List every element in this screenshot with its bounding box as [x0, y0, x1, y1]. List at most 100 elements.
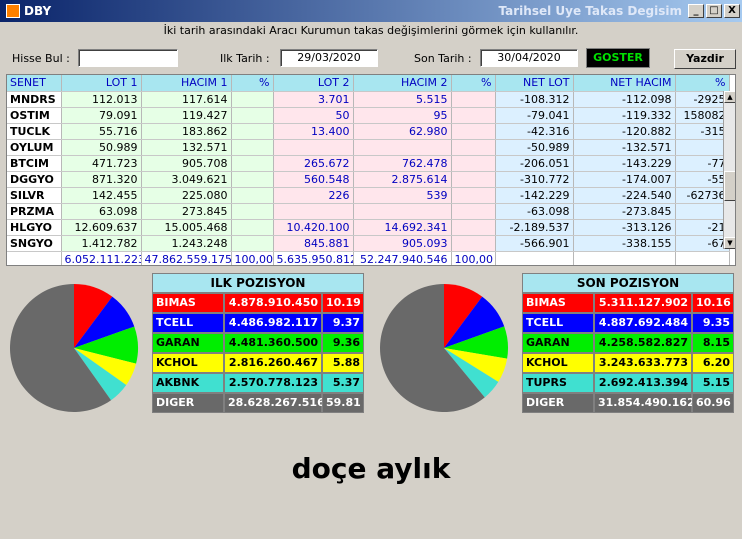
table-cell: -2925	[675, 91, 730, 108]
position-percent: 9.37	[322, 313, 364, 333]
takas-grid[interactable]: SENET LOT 1 HACIM 1% LOT 2 HACIM 2% NET LOT NE…	[6, 74, 736, 266]
position-value: 5.311.127.902	[594, 293, 692, 313]
position-value: 4.481.360.500	[224, 333, 322, 353]
position-percent: 9.36	[322, 333, 364, 353]
table-cell: 79.091	[61, 107, 142, 124]
senet-cell: SILVR	[7, 187, 62, 204]
yazdir-button[interactable]: Yazdir	[674, 49, 736, 69]
position-row: DIGER 28.628.267.516 59.81	[152, 393, 364, 413]
column-header[interactable]: NET HACIM	[573, 75, 676, 92]
table-cell: -62736	[675, 187, 730, 204]
position-percent: 60.96	[692, 393, 734, 413]
position-value: 3.243.633.773	[594, 353, 692, 373]
table-cell: -42.316	[495, 123, 574, 140]
table-row[interactable]: MNDRS 112.013 117.614 3.701 5.515 -108.312 -11…	[7, 91, 730, 108]
table-cell: -50.989	[495, 139, 574, 156]
goster-button[interactable]: GOSTER	[586, 48, 650, 68]
son-pozisyon-table: SON POZISYON BIMAS 5.311.127.902 10.16 TCEL…	[522, 273, 734, 413]
position-percent: 10.16	[692, 293, 734, 313]
ilk-tarih-input[interactable]: 29/03/2020	[280, 49, 378, 67]
table-row[interactable]: SNGYO 1.412.782 1.243.248 845.881 905.093 -56…	[7, 235, 730, 252]
column-header[interactable]: LOT 1	[61, 75, 142, 92]
position-symbol: BIMAS	[152, 293, 224, 313]
minimize-button[interactable]: _	[688, 4, 704, 18]
senet-cell: MNDRS	[7, 91, 62, 108]
maximize-button[interactable]: □	[706, 4, 722, 18]
column-header[interactable]: %	[231, 75, 274, 92]
table-cell: 5.515	[353, 91, 452, 108]
scroll-up-icon[interactable]: ▲	[724, 91, 735, 103]
table-cell	[231, 203, 274, 220]
table-cell	[451, 123, 496, 140]
table-cell: 50.989	[61, 139, 142, 156]
instruction-text: İki tarih arasındaki Aracı Kurumun takas…	[163, 24, 579, 37]
scroll-down-icon[interactable]: ▼	[724, 237, 735, 249]
table-cell: 265.672	[273, 155, 354, 172]
table-cell	[451, 235, 496, 252]
table-row[interactable]: HLGYO 12.609.637 15.005.468 10.420.100 14.69…	[7, 219, 730, 236]
table-cell	[231, 123, 274, 140]
position-percent: 59.81	[322, 393, 364, 413]
table-cell: -315	[675, 123, 730, 140]
table-cell: 471.723	[61, 155, 142, 172]
total-cell	[675, 251, 730, 265]
table-cell: -142.229	[495, 187, 574, 204]
position-symbol: AKBNK	[152, 373, 224, 393]
table-cell	[231, 219, 274, 236]
hisse-search-input[interactable]	[78, 49, 178, 67]
table-cell	[675, 139, 730, 156]
footer-caption: doçe aylık	[291, 452, 451, 485]
position-value: 4.258.582.827	[594, 333, 692, 353]
table-cell	[451, 187, 496, 204]
position-value: 2.570.778.123	[224, 373, 322, 393]
table-cell: -224.540	[573, 187, 676, 204]
table-cell: 183.862	[141, 123, 232, 140]
table-cell: -206.051	[495, 155, 574, 172]
table-row[interactable]: PRZMA 63.098 273.845 -63.098 -273.845	[7, 203, 730, 220]
table-cell: 50	[273, 107, 354, 124]
table-cell: -174.007	[573, 171, 676, 188]
senet-cell: OSTIM	[7, 107, 62, 124]
table-row[interactable]: OYLUM 50.989 132.571 -50.989 -132.571	[7, 139, 730, 156]
table-row[interactable]: OSTIM 79.091 119.427 50 95 -79.041 -119.332 158…	[7, 107, 730, 124]
grid-vertical-scrollbar[interactable]: ▲ ▼	[723, 91, 735, 249]
table-cell	[451, 155, 496, 172]
close-button[interactable]: X	[724, 4, 740, 18]
column-header[interactable]: LOT 2	[273, 75, 354, 92]
column-header[interactable]: SENET	[7, 75, 62, 92]
table-row[interactable]: DGGYO 871.320 3.049.621 560.548 2.875.614 -31…	[7, 171, 730, 188]
table-cell: -120.882	[573, 123, 676, 140]
table-cell	[353, 139, 452, 156]
table-cell: 95	[353, 107, 452, 124]
table-cell: -310.772	[495, 171, 574, 188]
column-header[interactable]: %	[675, 75, 730, 92]
column-header[interactable]: HACIM 1	[141, 75, 232, 92]
column-header[interactable]: NET LOT	[495, 75, 574, 92]
table-cell: -79.041	[495, 107, 574, 124]
table-cell: 225.080	[141, 187, 232, 204]
position-symbol: DIGER	[522, 393, 594, 413]
table-cell: 142.455	[61, 187, 142, 204]
column-header[interactable]: %	[451, 75, 496, 92]
table-row[interactable]: TUCLK 55.716 183.862 13.400 62.980 -42.316 -12…	[7, 123, 730, 140]
table-row[interactable]: SILVR 142.455 225.080 226 539 -142.229 -224.54…	[7, 187, 730, 204]
position-value: 4.887.692.484	[594, 313, 692, 333]
senet-cell: OYLUM	[7, 139, 62, 156]
scroll-thumb[interactable]	[724, 171, 735, 201]
total-cell: 47.862.559.175	[141, 251, 232, 265]
table-cell: -132.571	[573, 139, 676, 156]
senet-cell: TUCLK	[7, 123, 62, 140]
son-tarih-input[interactable]: 30/04/2020	[480, 49, 578, 67]
position-percent: 5.88	[322, 353, 364, 373]
window-title: DBY	[24, 4, 52, 18]
table-cell: 3.049.621	[141, 171, 232, 188]
senet-cell: PRZMA	[7, 203, 62, 220]
column-header[interactable]: HACIM 2	[353, 75, 452, 92]
ilk-pozisyon-table: ILK POZISYON BIMAS 4.878.910.450 10.19 TCEL…	[152, 273, 364, 413]
table-row[interactable]: BTCIM 471.723 905.708 265.672 762.478 -206.05…	[7, 155, 730, 172]
table-cell	[451, 219, 496, 236]
ilk-pozisyon-pie-chart	[9, 284, 138, 412]
position-row: BIMAS 4.878.910.450 10.19	[152, 293, 364, 313]
table-cell	[231, 155, 274, 172]
table-cell: -119.332	[573, 107, 676, 124]
